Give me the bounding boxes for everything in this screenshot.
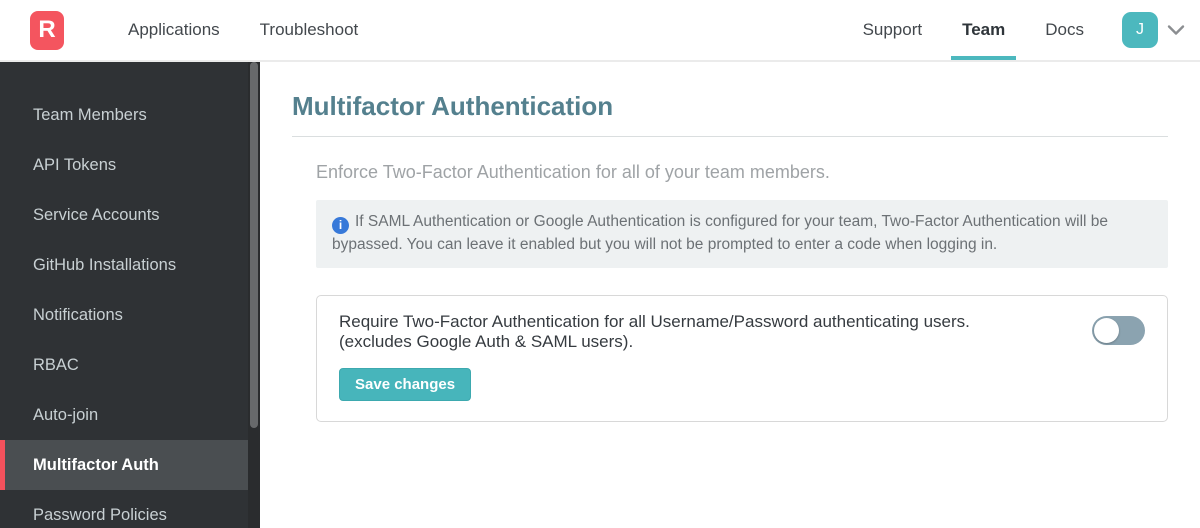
sidebar-item-auto-join[interactable]: Auto-join [0,390,260,440]
sidebar-item-multifactor-auth[interactable]: Multifactor Auth [0,440,260,490]
title-divider [292,136,1168,137]
nav-link-applications[interactable]: Applications [128,0,220,60]
sidebar-items: Team Members API Tokens Service Accounts Gi… [0,90,260,528]
section-description: Enforce Two-Factor Authentication for al… [316,162,830,182]
sidebar-item-github-installations[interactable]: GitHub Installations [0,240,260,290]
chevron-down-icon[interactable] [1166,24,1186,36]
sidebar-item-team-members[interactable]: Team Members [0,90,260,140]
top-navbar: R Applications Troubleshoot Support Team Do… [0,0,1200,62]
nav-link-support[interactable]: Support [863,0,923,60]
sidebar-scrollbar-track[interactable] [248,62,260,528]
user-menu: J [1122,12,1186,48]
info-icon: i [332,217,349,235]
nav-link-team[interactable]: Team [951,0,1017,60]
mfa-toggle-switch[interactable] [1092,315,1145,345]
sidebar-item-rbac[interactable]: RBAC [0,340,260,390]
mfa-setting-label-line1: Require Two-Factor Authentication for al… [339,311,970,331]
toggle-knob [1094,317,1119,343]
mfa-setting-label-line2: (excludes Google Auth & SAML users). [339,332,634,352]
sidebar-item-api-tokens[interactable]: API Tokens [0,140,260,190]
mfa-setting-label: Require Two-Factor Authentication for al… [339,312,970,353]
info-note: i If SAML Authentication or Google Authen… [316,200,1168,268]
sidebar-item-service-accounts[interactable]: Service Accounts [0,190,260,240]
main-content: Multifactor Authentication Enforce Two-F… [260,62,1200,528]
sidebar-scrollbar-thumb[interactable] [250,62,258,428]
mfa-setting-left: Require Two-Factor Authentication for al… [339,312,970,402]
save-changes-button[interactable]: Save changes [339,368,472,402]
mfa-setting-card: Require Two-Factor Authentication for al… [316,294,1168,423]
info-note-text: If SAML Authentication or Google Authent… [332,213,1109,254]
mfa-section: Enforce Two-Factor Authentication for al… [316,162,1168,423]
sidebar-item-password-policies[interactable]: Password Policies [0,490,260,528]
navbar-left-links: Applications Troubleshoot [108,0,378,60]
page-title: Multifactor Authentication [292,91,614,121]
settings-sidebar: Team Members API Tokens Service Accounts Gi… [0,62,260,528]
rollbar-logo-icon[interactable]: R [30,10,64,50]
nav-link-troubleshoot[interactable]: Troubleshoot [260,0,359,60]
user-avatar[interactable]: J [1122,12,1158,48]
nav-link-docs[interactable]: Docs [1045,0,1084,60]
sidebar-item-notifications[interactable]: Notifications [0,290,260,340]
navbar-right-links: Support Team Docs [843,0,1104,60]
